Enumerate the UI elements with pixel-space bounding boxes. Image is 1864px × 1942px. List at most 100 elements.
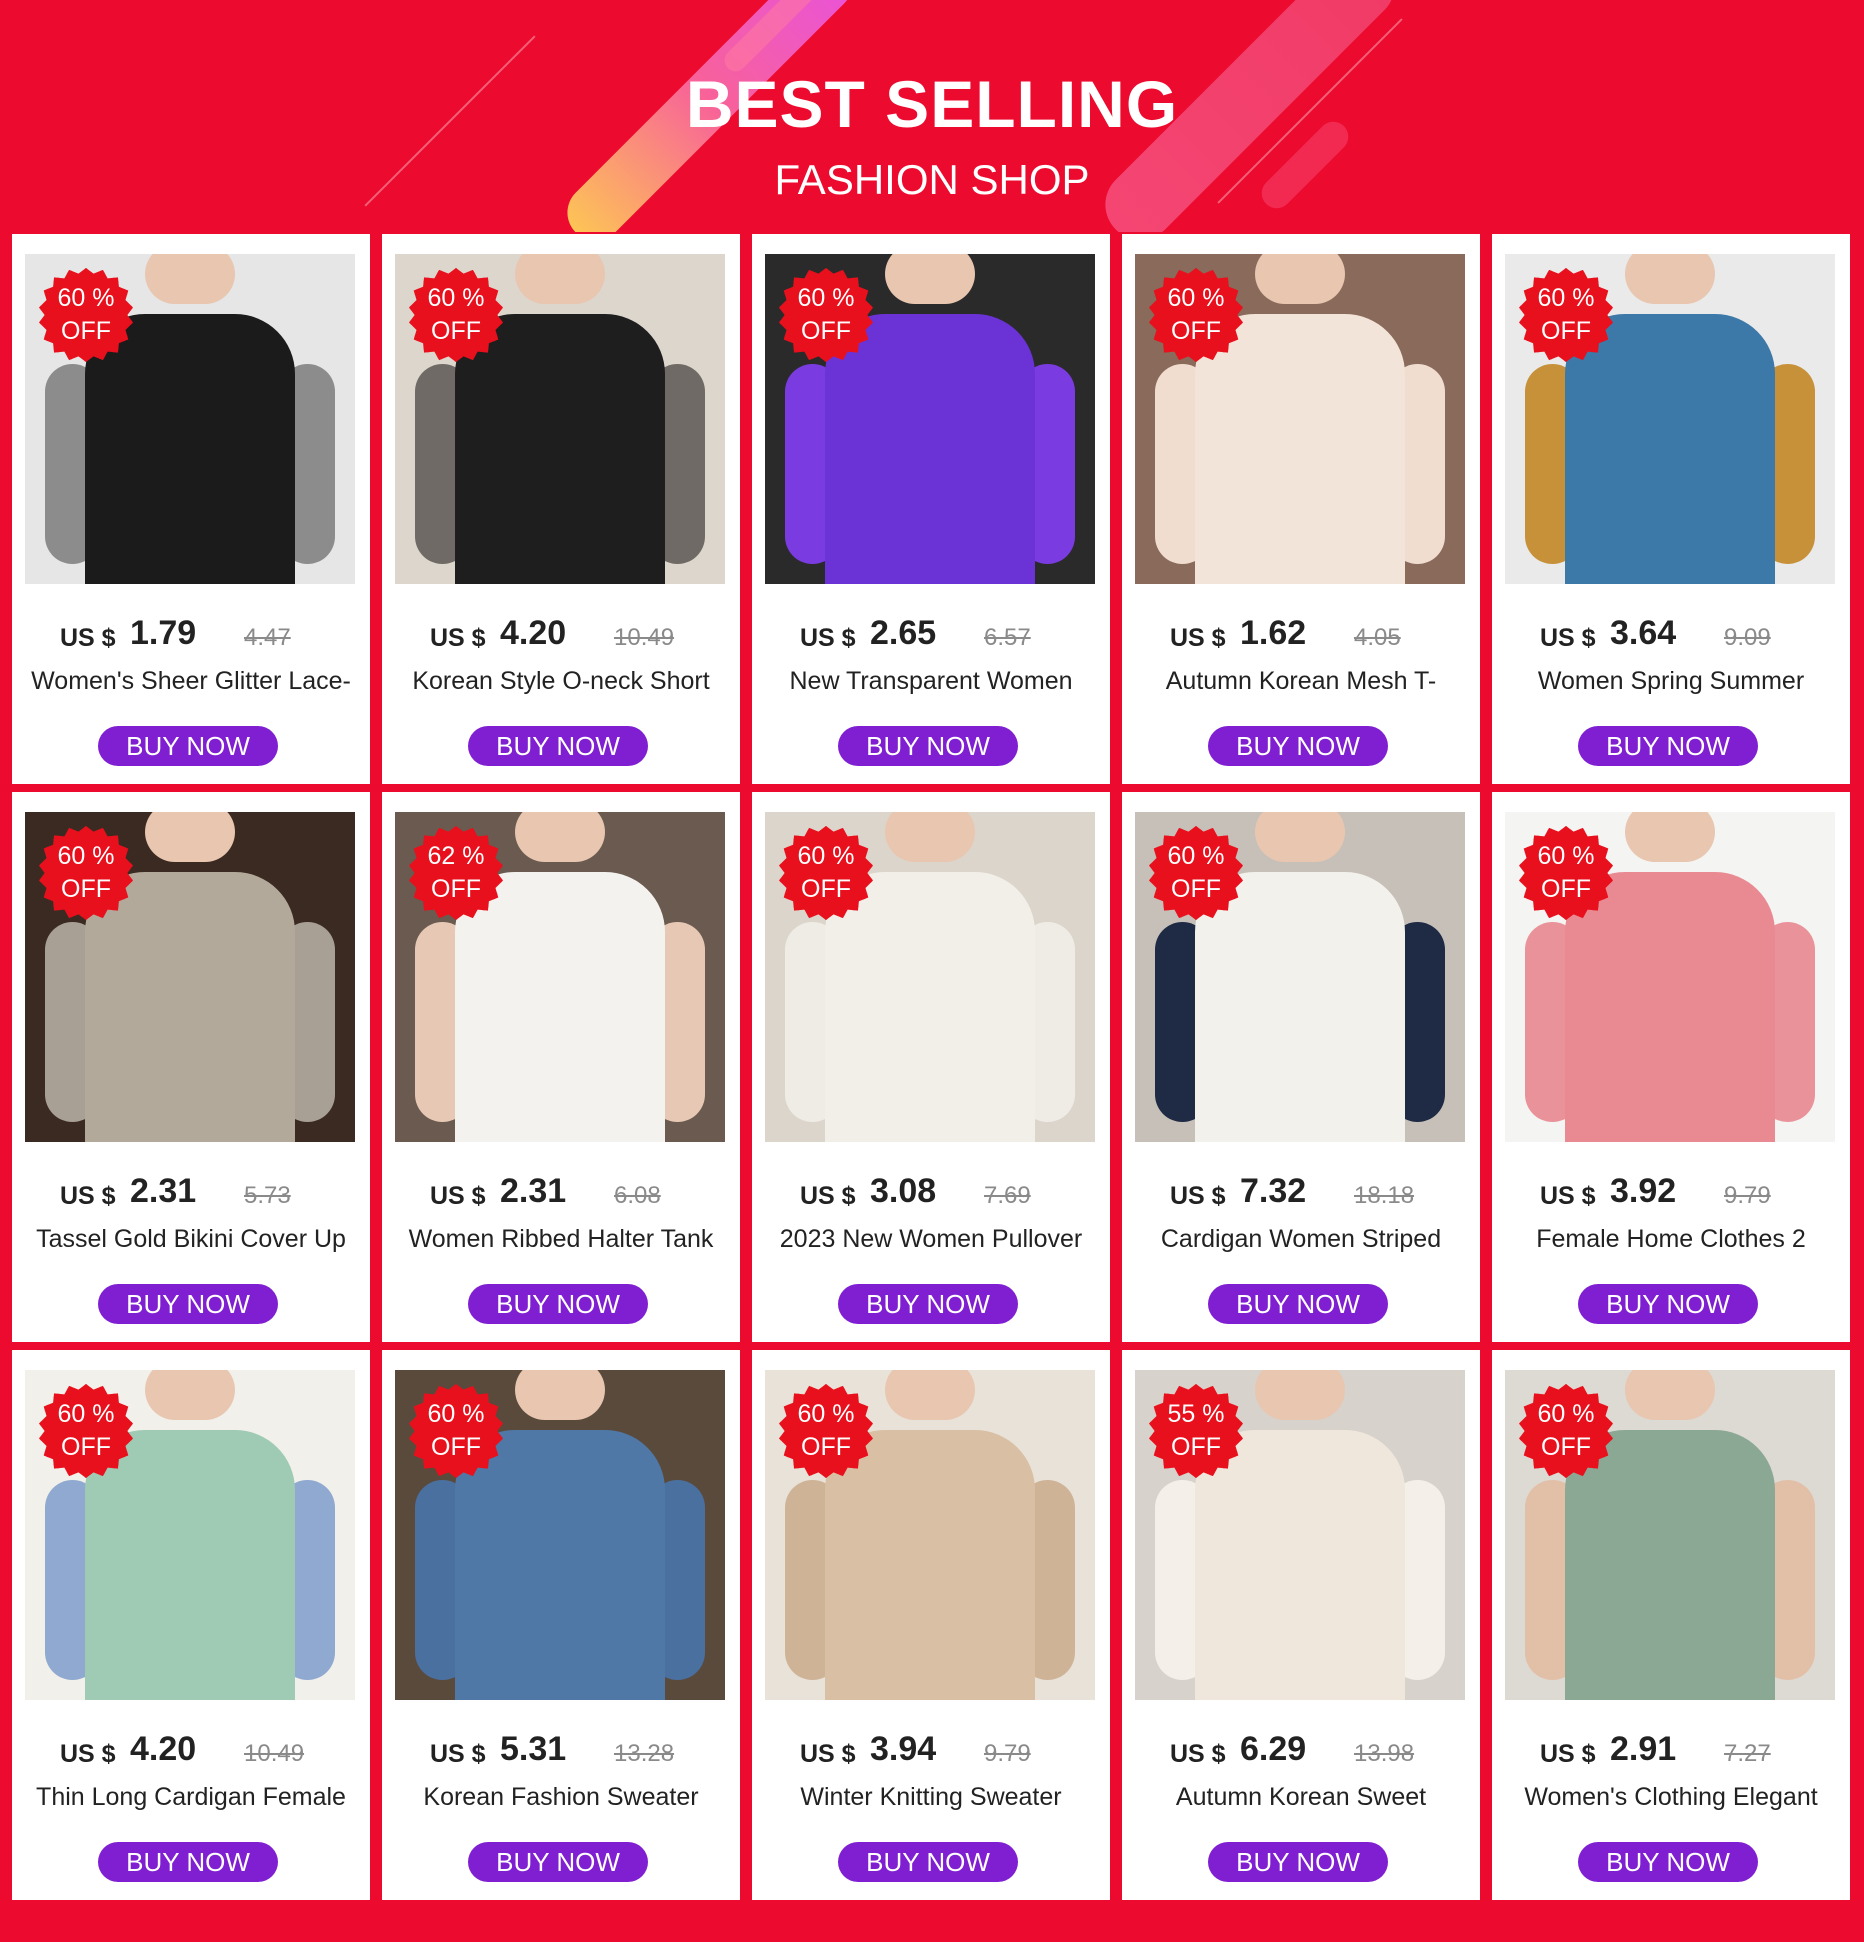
product-image[interactable]: 60 % OFF [25, 812, 355, 1142]
price-row: US $ 5.31 13.28 [382, 1730, 740, 1774]
buy-now-button[interactable]: BUY NOW [838, 726, 1018, 766]
product-card[interactable]: 60 % OFF US $ 7.32 18.18 Cardigan Women … [1122, 792, 1480, 1342]
product-card[interactable]: 62 % OFF US $ 2.31 6.08 Women Ribbed Hal… [382, 792, 740, 1342]
currency-label: US $ [800, 1740, 856, 1768]
product-image[interactable]: 60 % OFF [1505, 254, 1835, 584]
buy-now-button[interactable]: BUY NOW [468, 1284, 648, 1324]
product-title[interactable]: Women's Clothing Elegant [1496, 1783, 1846, 1812]
original-price: 6.08 [614, 1182, 661, 1209]
product-image[interactable]: 60 % OFF [25, 1370, 355, 1700]
price-row: US $ 7.32 18.18 [1122, 1172, 1480, 1216]
product-image[interactable]: 62 % OFF [395, 812, 725, 1142]
discount-percent: 60 % [57, 284, 115, 312]
header-banner: BEST SELLING FASHION SHOP [0, 0, 1864, 232]
price-row: US $ 3.64 9.09 [1492, 614, 1850, 658]
product-image[interactable]: 60 % OFF [765, 1370, 1095, 1700]
product-image[interactable]: 60 % OFF [1135, 254, 1465, 584]
product-image[interactable]: 60 % OFF [395, 254, 725, 584]
product-image[interactable]: 60 % OFF [1505, 1370, 1835, 1700]
product-title[interactable]: Cardigan Women Striped [1126, 1225, 1476, 1254]
product-card[interactable]: 60 % OFF US $ 3.08 7.69 2023 New Women P… [752, 792, 1110, 1342]
original-price: 9.79 [1724, 1182, 1771, 1209]
price-row: US $ 1.62 4.05 [1122, 614, 1480, 658]
product-title[interactable]: Women Spring Summer [1496, 667, 1846, 696]
product-title[interactable]: Thin Long Cardigan Female [16, 1783, 366, 1812]
product-image[interactable]: 60 % OFF [1505, 812, 1835, 1142]
product-title[interactable]: Korean Style O-neck Short [386, 667, 736, 696]
discount-percent: 60 % [1537, 284, 1595, 312]
sale-price: 2.65 [870, 614, 937, 652]
product-image[interactable]: 60 % OFF [765, 812, 1095, 1142]
currency-label: US $ [1170, 1740, 1226, 1768]
discount-off-label: OFF [801, 875, 851, 903]
buy-now-button[interactable]: BUY NOW [838, 1842, 1018, 1882]
discount-percent: 60 % [797, 842, 855, 870]
sale-price: 1.79 [130, 614, 197, 652]
product-title[interactable]: New Transparent Women [756, 667, 1106, 696]
buy-now-button[interactable]: BUY NOW [1578, 1284, 1758, 1324]
buy-now-button[interactable]: BUY NOW [1578, 1842, 1758, 1882]
buy-now-button[interactable]: BUY NOW [98, 1284, 278, 1324]
product-title[interactable]: Autumn Korean Sweet [1126, 1783, 1476, 1812]
currency-label: US $ [1540, 624, 1596, 652]
buy-now-button[interactable]: BUY NOW [1208, 726, 1388, 766]
discount-off-label: OFF [61, 875, 111, 903]
product-image-shape [1195, 1430, 1405, 1700]
discount-off-label: OFF [1171, 875, 1221, 903]
price-row: US $ 1.79 4.47 [12, 614, 370, 658]
buy-now-button[interactable]: BUY NOW [468, 726, 648, 766]
product-card[interactable]: 60 % OFF US $ 3.92 9.79 Female Home Clot… [1492, 792, 1850, 1342]
product-title[interactable]: Women Ribbed Halter Tank [386, 1225, 736, 1254]
price-row: US $ 3.92 9.79 [1492, 1172, 1850, 1216]
product-card[interactable]: 60 % OFF US $ 3.64 9.09 Women Spring Sum… [1492, 234, 1850, 784]
buy-now-button[interactable]: BUY NOW [98, 726, 278, 766]
currency-label: US $ [430, 624, 486, 652]
product-image[interactable]: 60 % OFF [1135, 812, 1465, 1142]
product-title[interactable]: Winter Knitting Sweater [756, 1783, 1106, 1812]
currency-label: US $ [1540, 1740, 1596, 1768]
product-card[interactable]: 60 % OFF US $ 2.65 6.57 New Transparent … [752, 234, 1110, 784]
discount-percent: 62 % [427, 842, 485, 870]
product-title[interactable]: Tassel Gold Bikini Cover Up [16, 1225, 366, 1254]
buy-now-button[interactable]: BUY NOW [468, 1842, 648, 1882]
product-image[interactable]: 60 % OFF [765, 254, 1095, 584]
product-image[interactable]: 55 % OFF [1135, 1370, 1465, 1700]
product-card[interactable]: 60 % OFF US $ 5.31 13.28 Korean Fashion … [382, 1350, 740, 1900]
discount-off-label: OFF [801, 317, 851, 345]
product-image[interactable]: 60 % OFF [25, 254, 355, 584]
product-card[interactable]: 60 % OFF US $ 1.79 4.47 Women's Sheer Gl… [12, 234, 370, 784]
sale-price: 1.62 [1240, 614, 1307, 652]
product-image[interactable]: 60 % OFF [395, 1370, 725, 1700]
currency-label: US $ [60, 1740, 116, 1768]
product-card[interactable]: 60 % OFF US $ 4.20 10.49 Korean Style O-… [382, 234, 740, 784]
product-image-shape [1565, 314, 1775, 584]
product-card[interactable]: 60 % OFF US $ 2.91 7.27 Women's Clothing… [1492, 1350, 1850, 1900]
discount-off-label: OFF [1541, 1433, 1591, 1461]
discount-off-label: OFF [61, 1433, 111, 1461]
discount-off-label: OFF [431, 875, 481, 903]
product-card[interactable]: 55 % OFF US $ 6.29 13.98 Autumn Korean S… [1122, 1350, 1480, 1900]
sale-price: 3.92 [1610, 1172, 1677, 1210]
sale-price: 5.31 [500, 1730, 567, 1768]
product-title[interactable]: Women's Sheer Glitter Lace- [16, 667, 366, 696]
product-card[interactable]: 60 % OFF US $ 3.94 9.79 Winter Knitting … [752, 1350, 1110, 1900]
product-title[interactable]: Autumn Korean Mesh T- [1126, 667, 1476, 696]
product-title[interactable]: Korean Fashion Sweater [386, 1783, 736, 1812]
buy-now-button[interactable]: BUY NOW [838, 1284, 1018, 1324]
buy-now-button[interactable]: BUY NOW [1578, 726, 1758, 766]
original-price: 5.73 [244, 1182, 291, 1209]
buy-now-button[interactable]: BUY NOW [98, 1842, 278, 1882]
discount-percent: 60 % [797, 284, 855, 312]
price-row: US $ 2.65 6.57 [752, 614, 1110, 658]
product-image-shape [825, 872, 1035, 1142]
discount-percent: 60 % [427, 284, 485, 312]
product-title[interactable]: Female Home Clothes 2 [1496, 1225, 1846, 1254]
product-card[interactable]: 60 % OFF US $ 1.62 4.05 Autumn Korean Me… [1122, 234, 1480, 784]
original-price: 4.47 [244, 624, 291, 651]
product-title[interactable]: 2023 New Women Pullover [756, 1225, 1106, 1254]
buy-now-button[interactable]: BUY NOW [1208, 1842, 1388, 1882]
product-card[interactable]: 60 % OFF US $ 4.20 10.49 Thin Long Cardi… [12, 1350, 370, 1900]
product-image-shape [1565, 872, 1775, 1142]
product-card[interactable]: 60 % OFF US $ 2.31 5.73 Tassel Gold Biki… [12, 792, 370, 1342]
buy-now-button[interactable]: BUY NOW [1208, 1284, 1388, 1324]
